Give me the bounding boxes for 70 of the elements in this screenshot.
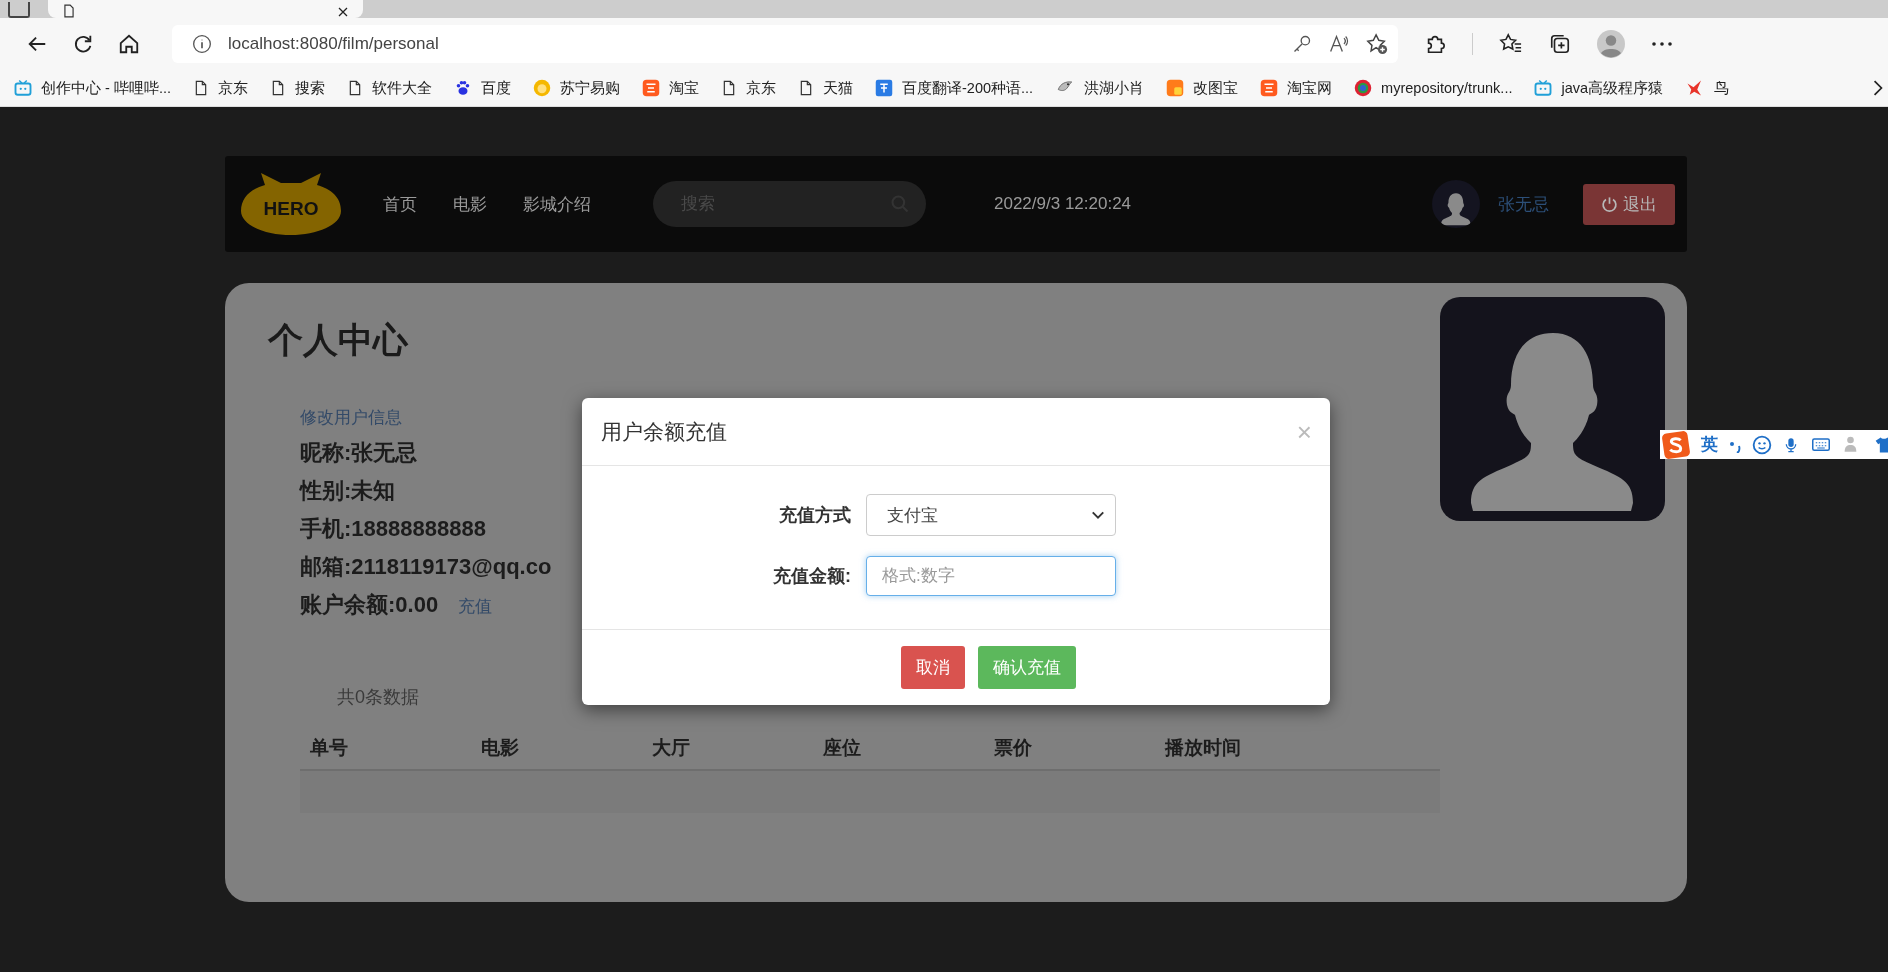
info-icon bbox=[192, 34, 212, 54]
nav-link[interactable]: 首页 bbox=[383, 192, 417, 216]
balance-text: 账户余额:0.00 bbox=[300, 591, 439, 619]
tv-icon bbox=[1534, 79, 1553, 97]
page-icon bbox=[721, 79, 737, 97]
ime-mode[interactable]: 英 bbox=[1701, 433, 1718, 456]
bookmark[interactable]: 京东 bbox=[193, 78, 248, 98]
column-header: 大厅 bbox=[652, 736, 691, 760]
home-icon bbox=[118, 33, 140, 55]
page-title: 个人中心 bbox=[268, 319, 410, 361]
nav-link[interactable]: 电影 bbox=[453, 192, 487, 216]
smiley-icon bbox=[1752, 434, 1772, 455]
bookmark[interactable]: myrepository/trunk... bbox=[1354, 79, 1513, 97]
profile-field: 邮箱:2118119173@qq.co bbox=[300, 553, 552, 581]
read-aloud-icon bbox=[1328, 34, 1350, 54]
bookmark[interactable]: 苏宁易购 bbox=[533, 78, 620, 98]
column-header: 电影 bbox=[481, 736, 520, 760]
profile-field: 手机:18888888888 bbox=[300, 515, 486, 543]
page-icon bbox=[347, 79, 363, 97]
collections-icon bbox=[1549, 33, 1571, 55]
bookmark[interactable]: 搜索 bbox=[270, 78, 325, 98]
record-count: 共0条数据 bbox=[337, 686, 419, 709]
tv-icon bbox=[14, 79, 32, 97]
translate-icon bbox=[875, 79, 893, 97]
profile-field: 性别:未知 bbox=[300, 477, 396, 505]
add-favorite-icon bbox=[1366, 33, 1388, 55]
bookmark[interactable]: 鸟 bbox=[1685, 78, 1730, 98]
page-icon bbox=[798, 79, 814, 97]
favorites-icon bbox=[1499, 33, 1523, 55]
key-icon bbox=[1292, 34, 1312, 54]
bookmark[interactable]: 百度 bbox=[454, 78, 511, 98]
form-label: 充值金额: bbox=[772, 565, 852, 588]
cancel-button[interactable]: 取消 bbox=[900, 646, 965, 689]
bookmark[interactable]: java高级程序猿 bbox=[1534, 78, 1664, 98]
bookmark[interactable]: 百度翻译-200种语... bbox=[875, 78, 1034, 98]
profile-avatar-icon bbox=[1597, 30, 1625, 58]
column-header: 票价 bbox=[994, 736, 1033, 760]
page-icon bbox=[193, 79, 209, 97]
bookmark[interactable]: 软件大全 bbox=[347, 78, 432, 98]
more-icon bbox=[1651, 41, 1673, 47]
amount-field[interactable]: 格式:数字 bbox=[866, 556, 1116, 596]
chevron-right-icon bbox=[1872, 79, 1884, 97]
column-header: 座位 bbox=[823, 736, 862, 760]
column-header: 单号 bbox=[310, 736, 349, 760]
form-label: 充值方式 bbox=[778, 504, 852, 527]
bookmark[interactable]: 创作中心 - 哔哩哔... bbox=[14, 78, 171, 98]
bookmark[interactable]: 淘宝 bbox=[642, 78, 699, 98]
bookmark[interactable]: 洪湖小肖 bbox=[1055, 78, 1145, 98]
payment-select[interactable]: 支付宝 bbox=[866, 494, 1116, 536]
dialog-title: 用户余额充值 bbox=[601, 418, 727, 445]
square-icon bbox=[1166, 79, 1185, 97]
chevron-down-icon bbox=[1091, 510, 1105, 520]
date-time: 2022/9/3 12:20:24 bbox=[994, 194, 1132, 214]
paw-icon bbox=[454, 79, 472, 97]
url-text: localhost:8080/film/personal bbox=[228, 34, 440, 54]
keyboard-icon bbox=[1810, 435, 1832, 454]
bookmark[interactable]: 天猫 bbox=[798, 78, 853, 98]
address-bar[interactable]: localhost:8080/film/personal bbox=[172, 25, 1398, 63]
bookmark[interactable]: 京东 bbox=[721, 78, 776, 98]
bookmark[interactable]: 改图宝 bbox=[1166, 78, 1239, 98]
page-icon bbox=[270, 79, 286, 97]
close-icon bbox=[337, 6, 349, 18]
profile-field: 昵称:张无忌 bbox=[300, 439, 418, 467]
logout-button[interactable]: 退出 bbox=[1583, 183, 1675, 225]
reload-icon bbox=[72, 33, 94, 55]
nav-link[interactable]: 影城介绍 bbox=[523, 192, 591, 216]
bookmark[interactable]: 淘宝网 bbox=[1260, 78, 1333, 98]
column-header: 播放时间 bbox=[1165, 736, 1242, 760]
power-icon bbox=[1601, 195, 1618, 213]
page-icon bbox=[62, 4, 76, 18]
